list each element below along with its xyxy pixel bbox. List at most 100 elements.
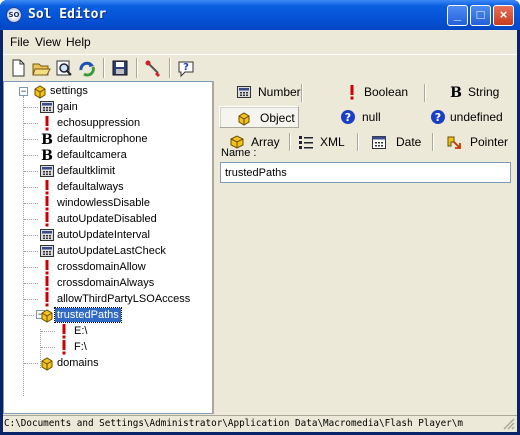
button-separator [301,84,303,102]
new-file-icon[interactable] [8,58,28,78]
save-icon[interactable] [110,58,130,78]
tree-node-label: defaultalways [57,181,124,193]
client-area: File View Help ? − settings gain echosup… [3,30,517,432]
svg-text:?: ? [345,111,351,124]
menu-view[interactable]: View [35,35,61,49]
status-bar: C:\Documents and Settings\Administrator\… [3,415,517,432]
tree-node-label: settings [50,85,88,97]
tree-view[interactable]: − settings gain echosuppression Bdefaultmi… [3,81,214,414]
refresh-icon[interactable] [77,58,97,78]
boolean-icon [56,339,72,355]
tree-node-label: crossdomainAllow [57,261,146,273]
boolean-icon [344,84,360,100]
expand-toggle-settings[interactable]: − [19,87,28,96]
tree-node-label: trustedPaths [54,307,122,323]
tree-connector [24,155,38,156]
tree-connector [24,203,38,204]
tree-node-label: defaultcamera [57,149,127,161]
resize-grip[interactable] [503,418,515,430]
tree-connector [24,123,38,124]
date-icon [371,134,387,150]
tree-node-label: defaultklimit [57,165,116,177]
number-icon [39,227,55,243]
type-button-pointer[interactable]: Pointer [436,131,516,153]
open-folder-icon[interactable] [31,58,51,78]
number-icon [236,84,252,100]
type-button-label: Boolean [364,85,409,99]
svg-text:B: B [41,132,53,147]
object-icon [32,83,48,99]
minimize-button[interactable]: _ [447,5,468,26]
type-button-label: Date [396,135,422,149]
button-separator [424,84,426,102]
find-icon[interactable] [54,58,74,78]
name-input[interactable] [220,162,511,183]
toolbar-separator [103,58,105,78]
type-button-label: XML [320,135,345,149]
boolean-icon [39,179,55,195]
tree-connector [24,315,34,316]
type-button-date[interactable]: Date [361,131,432,153]
undefined-icon: ? [430,109,446,125]
tree-connector [24,219,38,220]
app-window: SO Sol Editor _ □ × File View Help ? − s… [0,0,520,435]
tree-node-label: E:\ [74,325,88,337]
toolbar-separator [136,58,138,78]
type-button-xml[interactable]: XML [294,131,357,153]
button-separator [357,133,359,151]
type-button-label: undefined [450,110,503,124]
button-separator [432,133,434,151]
tree-node-label: echosuppression [57,117,141,129]
type-button-null[interactable]: ? null [310,106,410,128]
svg-text:B: B [450,85,462,100]
svg-text:?: ? [435,111,441,124]
tree-node-label: domains [57,357,99,369]
tree-connector [24,283,38,284]
type-button-boolean[interactable]: Boolean [306,81,424,103]
close-button[interactable]: × [493,5,514,26]
object-icon [236,110,252,126]
tree-connector [24,235,38,236]
type-button-label: null [362,110,381,124]
boolean-icon [39,115,55,131]
object-icon [39,307,55,323]
tree-node-label: defaultmicrophone [57,133,148,145]
menu-help[interactable]: Help [66,35,91,49]
boolean-icon [39,211,55,227]
object-icon [39,355,55,371]
settings-tool-icon[interactable] [143,58,163,78]
type-button-label: String [468,85,500,99]
tree-connector [24,251,38,252]
button-separator [289,133,291,151]
svg-text:?: ? [183,62,189,73]
type-button-object[interactable]: Object [219,106,299,128]
title-bar[interactable]: SO Sol Editor _ □ × [0,0,520,30]
tree-connector [41,347,55,348]
help-icon[interactable]: ? [176,58,196,78]
tree-connector [24,363,38,364]
window-title: Sol Editor [28,7,107,22]
tree-node-label: autoUpdateDisabled [57,213,157,225]
app-icon[interactable]: SO [6,7,22,23]
boolean-icon [39,195,55,211]
boolean-icon [39,259,55,275]
tree-connector [24,267,38,268]
number-icon [39,99,55,115]
string-icon: B [39,131,55,148]
type-button-string[interactable]: B String [426,81,516,103]
type-button-label: Number [258,85,301,99]
null-icon: ? [340,109,356,125]
type-button-undefined[interactable]: ? undefined [416,106,516,128]
tree-connector [23,96,24,396]
name-label: Name : [221,147,257,159]
tree-node-label: autoUpdateInterval [57,229,150,241]
type-button-number[interactable]: Number [220,81,304,103]
tree-node-label: crossdomainAlways [57,277,155,289]
number-icon [39,163,55,179]
tree-node-label: allowThirdPartyLSOAccess [57,293,191,305]
svg-text:B: B [41,148,53,163]
toolbar: ? [3,54,517,80]
type-button-label: Pointer [470,135,509,149]
menu-file[interactable]: File [10,35,29,49]
maximize-button[interactable]: □ [470,5,491,26]
